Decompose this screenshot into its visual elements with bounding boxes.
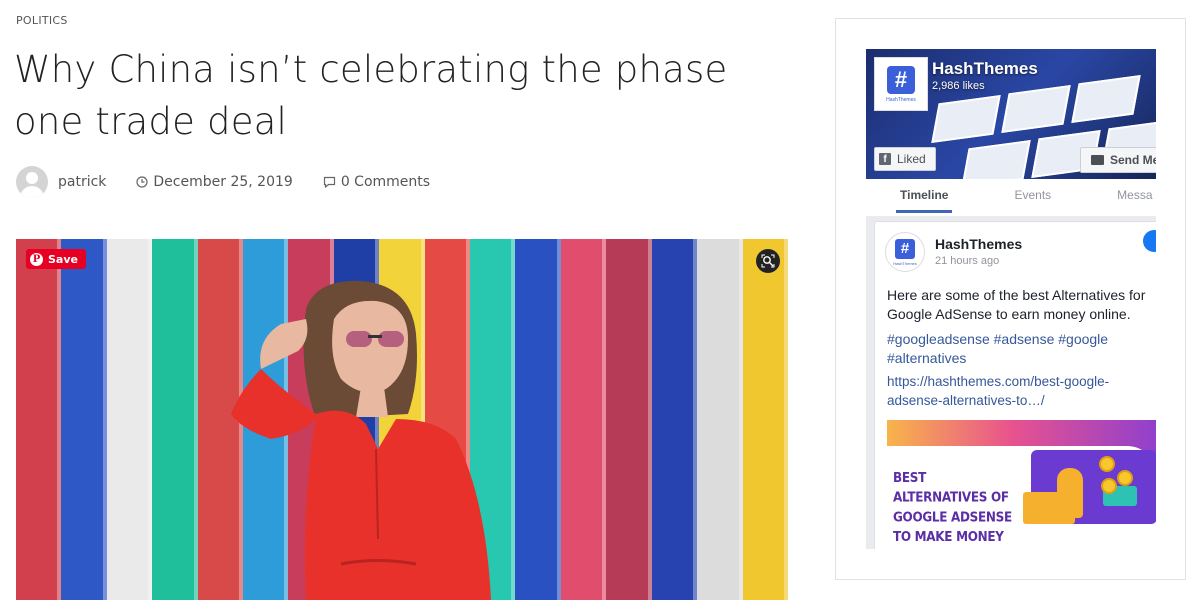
- visual-search-button[interactable]: [756, 249, 780, 273]
- send-message-button[interactable]: Send Me: [1080, 147, 1156, 173]
- logo-caption: HashThemes: [893, 260, 917, 266]
- post-comments-label: 0 Comments: [340, 174, 431, 190]
- facebook-likes-count: 2,986 likes: [932, 80, 985, 92]
- facebook-f-icon: f: [879, 153, 891, 165]
- facebook-page-name[interactable]: HashThemes: [932, 59, 1038, 79]
- tab-timeline[interactable]: Timeline: [895, 179, 953, 216]
- hash-icon: #: [887, 65, 915, 94]
- pinterest-save-button[interactable]: P Save: [26, 249, 86, 269]
- facebook-tabs: Timeline Events Messa: [866, 179, 1156, 216]
- liked-button[interactable]: f Liked: [874, 147, 936, 171]
- post-meta: patrick December 25, 2019 0 Comments: [16, 166, 460, 198]
- follow-icon[interactable]: [1143, 230, 1156, 252]
- hashthemes-logo[interactable]: # HashThemes: [874, 57, 928, 111]
- pinterest-save-label: Save: [48, 252, 78, 266]
- post-timestamp[interactable]: 21 hours ago: [935, 255, 999, 267]
- comment-icon: [323, 176, 335, 188]
- post-date[interactable]: December 25, 2019: [136, 174, 293, 190]
- hash-icon: #: [895, 238, 915, 259]
- featured-image: P Save: [16, 239, 788, 600]
- banner-headline: BEST ALTERNATIVES OF GOOGLE ADSENSE TO M…: [893, 469, 1012, 549]
- post-author-name[interactable]: HashThemes: [935, 236, 1022, 252]
- tab-messages[interactable]: Messa: [1117, 179, 1152, 216]
- facebook-cover[interactable]: # HashThemes HashThemes 2,986 likes f Li…: [866, 49, 1156, 179]
- post-title: Why China isn’t celebrating the phase on…: [14, 48, 728, 143]
- pinterest-icon: P: [30, 252, 43, 266]
- liked-label: Liked: [897, 152, 926, 166]
- facebook-feed: # HashThemes HashThemes 21 hours ago Her…: [866, 216, 1156, 549]
- post-hashtags[interactable]: #googleadsense #adsense #google #alterna…: [887, 330, 1149, 368]
- tab-events[interactable]: Events: [1014, 179, 1051, 216]
- author-link[interactable]: patrick: [58, 174, 106, 190]
- logo-caption: HashThemes: [886, 96, 916, 103]
- author-avatar[interactable]: [16, 166, 48, 198]
- post-category-link[interactable]: POLITICS: [16, 14, 68, 27]
- facebook-post: # HashThemes HashThemes 21 hours ago Her…: [874, 221, 1156, 549]
- visual-search-icon: [761, 254, 775, 268]
- woman-figure: [231, 280, 491, 600]
- facebook-page-widget: # HashThemes HashThemes 2,986 likes f Li…: [866, 49, 1156, 549]
- post-body-text: Here are some of the best Alternatives f…: [887, 287, 1146, 322]
- send-message-label: Send Me: [1110, 153, 1156, 167]
- post-comments-link[interactable]: 0 Comments: [323, 174, 430, 190]
- message-icon: [1091, 155, 1104, 165]
- post-author-avatar[interactable]: # HashThemes: [885, 232, 925, 272]
- post-banner-image[interactable]: BEST ALTERNATIVES OF GOOGLE ADSENSE TO M…: [887, 420, 1156, 549]
- post-link[interactable]: https://hashthemes.com/best-google-adsen…: [887, 372, 1149, 410]
- clock-icon: [136, 176, 149, 188]
- post-date-label: December 25, 2019: [153, 174, 293, 190]
